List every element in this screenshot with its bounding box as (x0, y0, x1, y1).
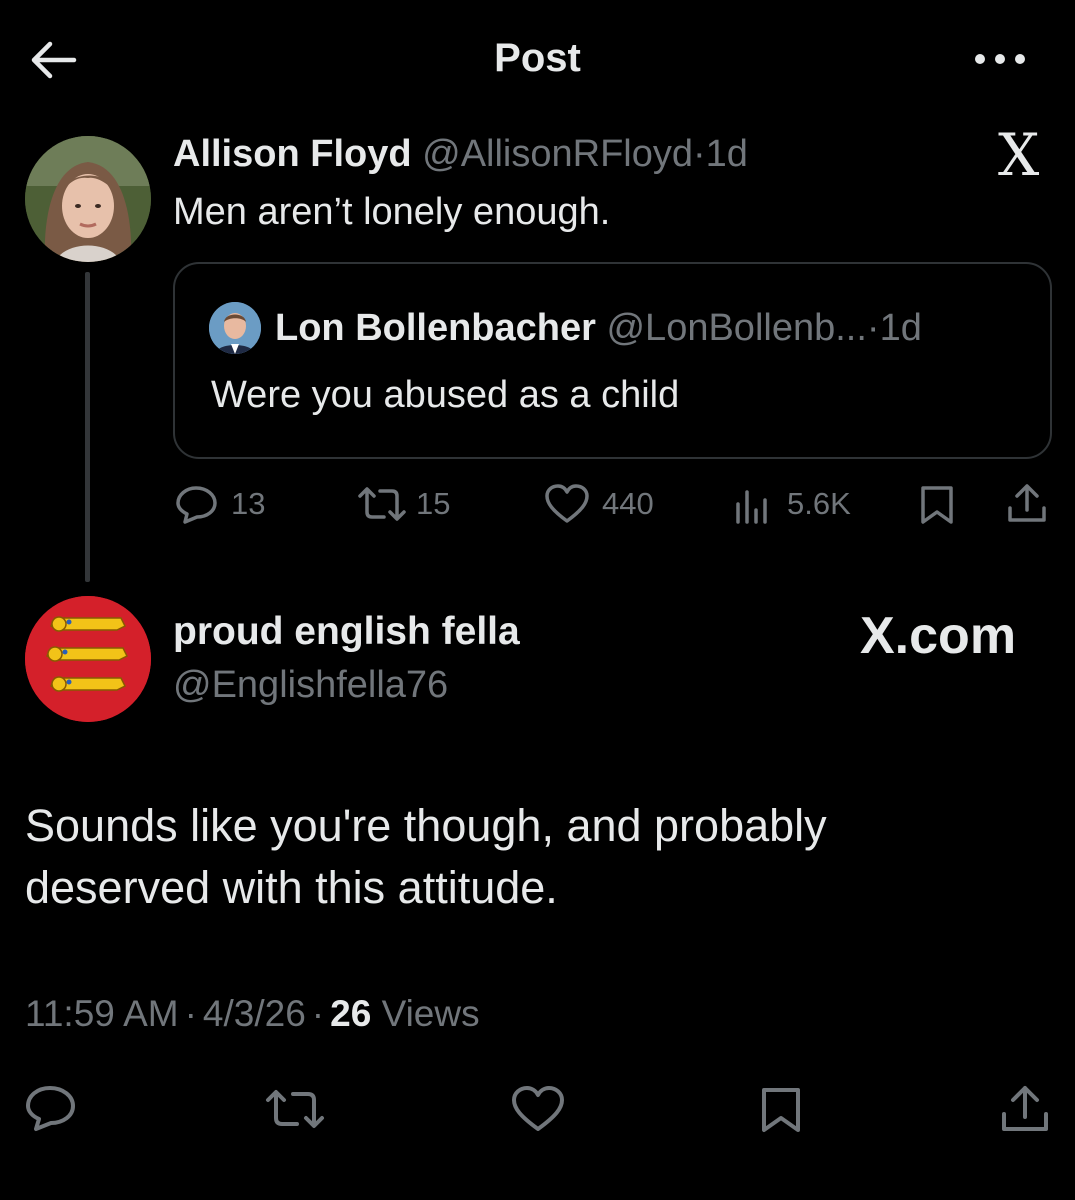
like-action[interactable]: 440 (544, 482, 654, 526)
heart-icon (544, 484, 590, 524)
post-age[interactable]: 1d (706, 133, 748, 175)
x-com-watermark: X.com (860, 607, 1017, 665)
separator: · (693, 133, 706, 175)
views-chart-icon (735, 484, 771, 524)
quoted-post-text: Were you abused as a child (211, 374, 680, 416)
reply-icon[interactable] (25, 1084, 77, 1132)
quoted-post-age: 1d (879, 307, 922, 349)
post-meta: 11:59 AM · 4/3/26 · 26 Views (25, 993, 480, 1035)
reply-count: 13 (231, 486, 266, 521)
parent-post-header: Allison Floyd @AllisonRFloyd·1d (173, 133, 748, 176)
views-number: 26 (330, 993, 372, 1034)
avatar-lon (209, 302, 261, 354)
quoted-post-header: Lon Bollenbacher @LonBollenb...·1d (275, 307, 922, 350)
views-label: Views (381, 993, 480, 1034)
views-count: 5.6K (787, 486, 851, 521)
quoted-author-name[interactable]: Lon Bollenbacher (275, 307, 596, 349)
share-icon[interactable] (1006, 482, 1048, 526)
thread-line (85, 272, 90, 582)
reply-icon (175, 484, 219, 524)
repost-count: 15 (416, 486, 451, 521)
share-icon[interactable] (1000, 1084, 1050, 1134)
quoted-post-card[interactable]: Lon Bollenbacher @LonBollenb...·1d Were … (173, 262, 1052, 459)
page-title: Post (494, 36, 581, 80)
quoted-separator: · (866, 307, 880, 349)
more-dots-icon[interactable] (972, 50, 1028, 68)
bookmark-icon[interactable] (757, 1086, 805, 1134)
x-logo-watermark: X (998, 121, 1040, 189)
reply-post-text: Sounds like you're though, and probably … (25, 800, 827, 913)
reply-author-name[interactable]: proud english fella (173, 610, 520, 654)
views-action[interactable]: 5.6K (735, 482, 851, 526)
parent-post-text: Men aren’t lonely enough. (173, 191, 611, 233)
post-date: 4/3/26 (202, 993, 306, 1034)
heart-icon[interactable] (511, 1086, 565, 1132)
post-time: 11:59 AM (25, 993, 179, 1034)
meta-separator: · (311, 993, 325, 1034)
repost-icon[interactable] (264, 1086, 326, 1132)
author-handle[interactable]: @AllisonRFloyd (422, 133, 693, 175)
avatar-allison[interactable] (25, 136, 151, 262)
repost-icon (356, 484, 408, 524)
reply-action[interactable]: 13 (175, 482, 265, 526)
meta-separator: · (184, 993, 197, 1034)
quoted-author-handle[interactable]: @LonBollenb... (606, 307, 866, 349)
author-name[interactable]: Allison Floyd (173, 133, 412, 175)
repost-action[interactable]: 15 (356, 482, 450, 526)
like-count: 440 (602, 486, 654, 521)
avatar-englishfella[interactable] (25, 596, 151, 722)
bookmark-icon[interactable] (917, 484, 957, 526)
reply-author-handle[interactable]: @Englishfella76 (173, 664, 448, 707)
